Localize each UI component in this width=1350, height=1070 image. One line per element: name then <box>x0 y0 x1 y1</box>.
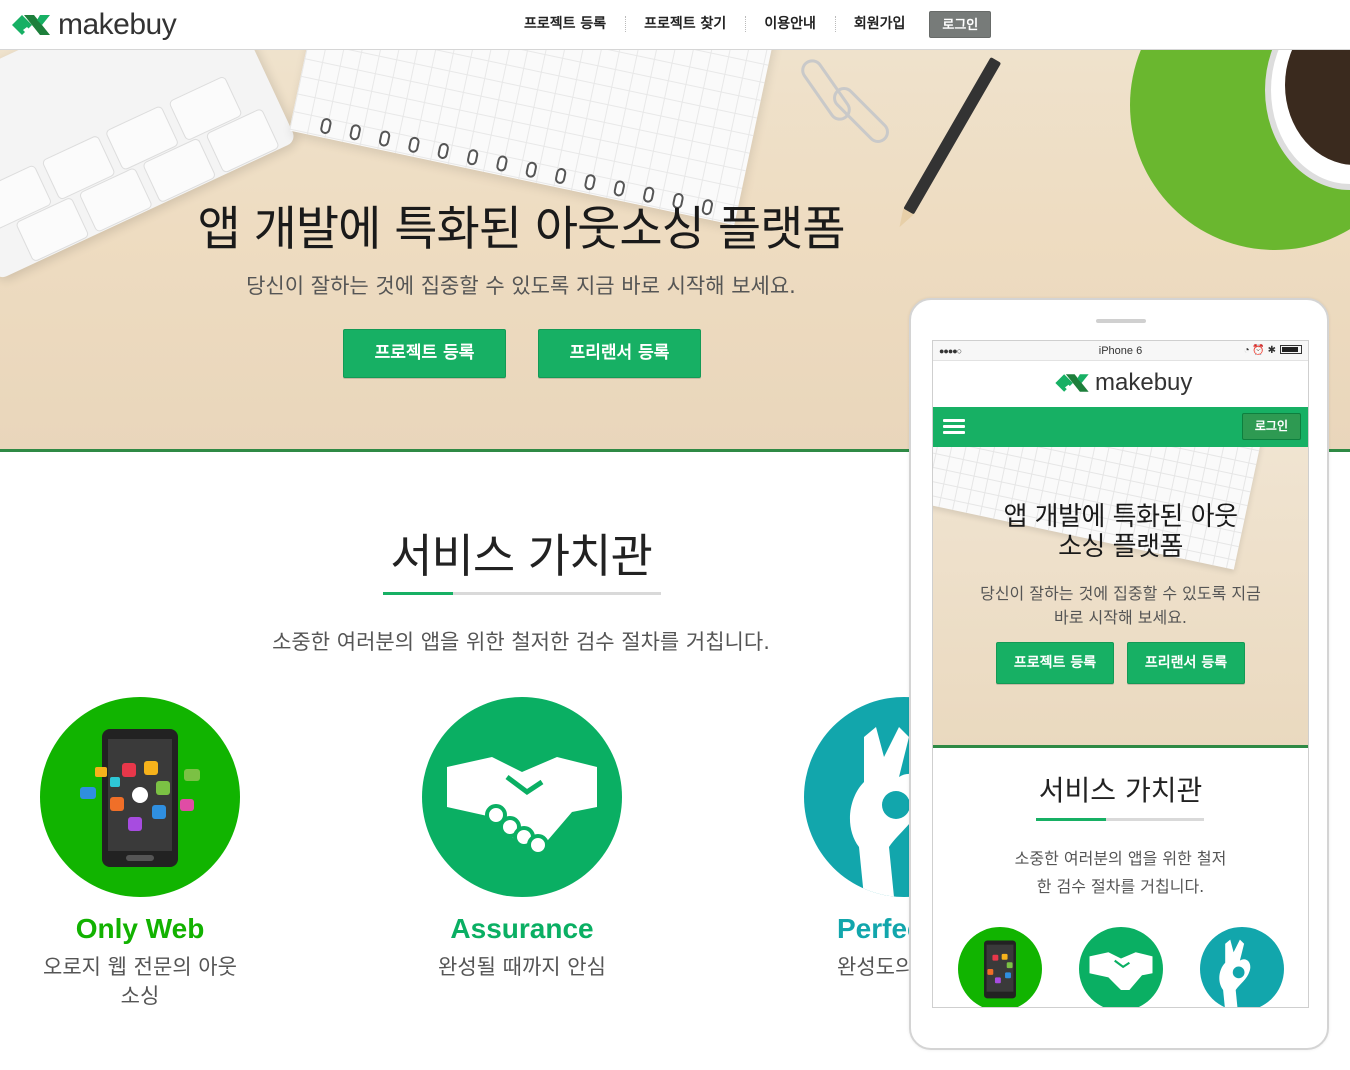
phone-screen: ●●●●○ iPhone 6 ◔ ⏰ ✱ makebuy 로그인 앱 개발에 특… <box>932 340 1309 1008</box>
service-title-underline <box>383 592 661 595</box>
mobile-feature-circle-assurance <box>1079 927 1163 1007</box>
mobile-hero-divider <box>933 745 1308 748</box>
status-icons: ◔ ⏰ ✱ <box>1244 345 1302 356</box>
register-project-button[interactable]: 프로젝트 등록 <box>343 329 506 378</box>
feature-desc-assurance: 완성될 때까지 안심 <box>438 955 606 979</box>
feature-desc-only-web: 오로지 웹 전문의 아웃소싱 <box>43 955 237 1008</box>
logo-text: makebuy <box>58 8 177 41</box>
mobile-feature-circle-perfect <box>1200 927 1284 1007</box>
smartphone-apps-icon <box>80 729 200 867</box>
mobile-service-subtitle: 소중한 여러분의 앱을 위한 철저한 검수 절차를 거칩니다. <box>1014 849 1227 896</box>
phone-mockup: ●●●●○ iPhone 6 ◔ ⏰ ✱ makebuy 로그인 앱 개발에 특… <box>909 298 1329 1050</box>
smartphone-apps-icon <box>984 940 1016 999</box>
mobile-feature-circle-only-web <box>958 927 1042 1007</box>
mobile-hero: 앱 개발에 특화된 아웃소싱 플랫폼 당신이 잘하는 것에 집중할 수 있도록 … <box>933 447 1308 747</box>
service-subtitle: 소중한 여러분의 앱을 위한 철저한 검수 절차를 거칩니다. <box>272 630 770 654</box>
makebuy-logo-icon <box>1055 374 1089 392</box>
nav-item-find-project[interactable]: 프로젝트 찾기 <box>625 10 745 38</box>
nav-item-signup[interactable]: 회원가입 <box>834 10 925 38</box>
feature-title-assurance: Assurance <box>450 913 594 944</box>
register-freelancer-button[interactable]: 프리랜서 등록 <box>538 329 701 378</box>
nav-item-register-project[interactable]: 프로젝트 등록 <box>505 10 625 38</box>
mobile-service-title: 서비스 가치관 <box>1038 774 1203 807</box>
status-icons-text: ◔ ⏰ ✱ <box>1243 345 1276 356</box>
hamburger-menu-icon[interactable] <box>943 419 965 435</box>
mobile-service-underline <box>1036 818 1204 821</box>
handshake-icon <box>447 757 597 856</box>
logo[interactable]: makebuy <box>10 8 177 41</box>
feature-circle-assurance <box>422 697 622 897</box>
mobile-login-button[interactable]: 로그인 <box>1241 413 1301 440</box>
handshake-icon <box>1089 952 1153 990</box>
feature-desc-perfect: 완성도의 <box>837 955 909 979</box>
ok-hand-icon <box>1219 939 1251 1007</box>
phone-status-bar: ●●●●○ iPhone 6 ◔ ⏰ ✱ <box>933 341 1308 361</box>
login-button[interactable]: 로그인 <box>929 10 992 38</box>
feature-title-only-web: Only Web <box>75 913 205 944</box>
feature-title-perfect: Perfect <box>837 913 909 944</box>
hero-title: 앱 개발에 특화된 아웃소싱 플랫폼 <box>197 202 845 257</box>
makebuy-logo-icon <box>12 15 50 35</box>
mobile-register-project-button[interactable]: 프로젝트 등록 <box>996 642 1114 684</box>
feature-circle-only-web <box>40 697 240 897</box>
phone-speaker <box>1096 319 1146 323</box>
top-header: makebuy 프로젝트 등록 프로젝트 찾기 이용안내 회원가입 로그인 <box>0 0 1350 50</box>
mobile-hero-title: 앱 개발에 특화된 아웃소싱 플랫폼 <box>1003 502 1238 562</box>
nav-item-guide[interactable]: 이용안내 <box>745 10 835 38</box>
hero-subtitle: 당신이 잘하는 것에 집중할 수 있도록 지금 바로 시작해 보세요. <box>246 274 796 298</box>
main-nav: 프로젝트 등록 프로젝트 찾기 이용안내 회원가입 로그인 <box>505 10 992 38</box>
mobile-logo[interactable]: makebuy <box>1053 369 1192 397</box>
mobile-logo-text: makebuy <box>1095 369 1193 396</box>
mobile-hero-subtitle: 당신이 잘하는 것에 집중할 수 있도록 지금 바로 시작해 보세요. <box>980 584 1261 627</box>
mobile-navbar: 로그인 <box>933 407 1308 447</box>
mobile-register-freelancer-button[interactable]: 프리랜서 등록 <box>1127 642 1245 684</box>
battery-icon <box>1280 345 1302 354</box>
service-title: 서비스 가치관 <box>390 529 653 583</box>
